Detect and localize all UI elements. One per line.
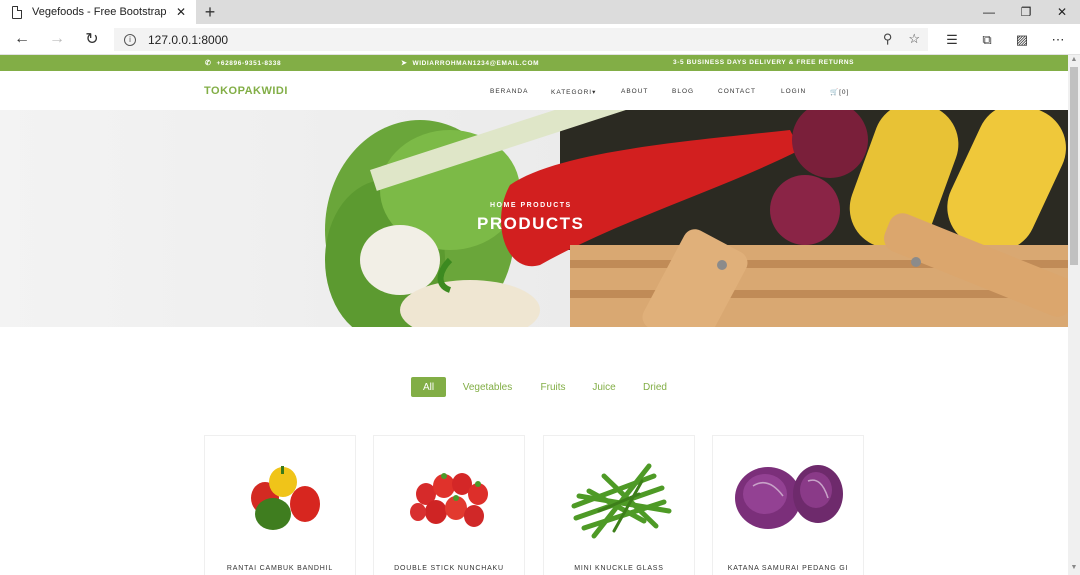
browser-tab[interactable]: Vegefoods - Free Bootstrap 4 Te ✕ — [0, 0, 196, 24]
paper-plane-icon: ➤ — [401, 60, 408, 67]
product-grid: RANTAI CAMBUK BANDHIL DOUBLE STICK NUNCH… — [0, 435, 1068, 575]
forward-icon[interactable]: → — [44, 27, 70, 51]
product-card[interactable]: RANTAI CAMBUK BANDHIL — [204, 435, 356, 575]
close-tab-icon[interactable]: ✕ — [176, 5, 186, 19]
nav-contact[interactable]: CONTACT — [718, 88, 756, 95]
product-card[interactable]: KATANA SAMURAI PEDANG GI — [712, 435, 864, 575]
product-name[interactable]: MINI KNUCKLE GLASS — [544, 565, 694, 572]
phone-icon: ✆ — [205, 60, 212, 67]
filter-all[interactable]: All — [411, 377, 446, 397]
new-tab-button[interactable]: + — [200, 1, 220, 23]
nav-cart[interactable]: 🛒[0] — [830, 88, 849, 96]
web-page: ✆ +62896-9351-8338 ➤ WIDIARROHMAN1234@EM… — [0, 55, 1068, 575]
nav-blog[interactable]: BLOG — [672, 88, 694, 95]
browser-tab-strip: Vegefoods - Free Bootstrap 4 Te ✕ + — ❐ … — [0, 0, 1080, 24]
cart-count: [0] — [839, 89, 850, 96]
caret-down-icon: ▾ — [592, 89, 597, 96]
info-icon[interactable]: i — [124, 33, 136, 46]
green-beans-image — [571, 463, 672, 539]
strawberry-image — [410, 473, 488, 527]
top-info-bar: ✆ +62896-9351-8338 ➤ WIDIARROHMAN1234@EM… — [0, 55, 1068, 71]
nav-login[interactable]: LOGIN — [781, 88, 806, 95]
url-text[interactable]: 127.0.0.1:8000 — [148, 33, 228, 47]
hero-banner: HOME PRODUCTS PRODUCTS — [0, 110, 1068, 327]
nav-kategori[interactable]: KATEGORI▾ — [551, 88, 596, 96]
product-name[interactable]: RANTAI CAMBUK BANDHIL — [205, 565, 355, 572]
filter-dried[interactable]: Dried — [638, 377, 672, 397]
category-filter-bar: All Vegetables Fruits Juice Dried — [0, 377, 1068, 397]
nav-kategori-label: KATEGORI — [551, 89, 593, 96]
cart-icon: 🛒 — [830, 89, 840, 96]
delivery-info: 3-5 BUSINESS DAYS DELIVERY & FREE RETURN… — [673, 59, 855, 66]
zoom-icon[interactable]: ⚲ — [883, 31, 893, 47]
main-navbar: TOKOPAKWIDI BERANDA KATEGORI▾ ABOUT BLOG… — [0, 71, 1068, 110]
product-name[interactable]: KATANA SAMURAI PEDANG GI — [713, 565, 863, 572]
phone-info: ✆ +62896-9351-8338 — [205, 59, 282, 68]
nav-beranda[interactable]: BERANDA — [490, 88, 528, 95]
page-title: PRODUCTS — [477, 214, 585, 233]
filter-juice[interactable]: Juice — [587, 377, 621, 397]
scrollbar-thumb[interactable] — [1070, 67, 1078, 265]
email-info: ➤ WIDIARROHMAN1234@EMAIL.COM — [401, 59, 540, 68]
minimize-icon[interactable]: — — [972, 0, 1006, 24]
phone-text: +62896-9351-8338 — [216, 59, 282, 67]
scroll-up-icon[interactable]: ▲ — [1068, 56, 1080, 66]
email-text: WIDIARROHMAN1234@EMAIL.COM — [412, 59, 540, 67]
product-card[interactable]: MINI KNUCKLE GLASS — [543, 435, 695, 575]
window-close-icon[interactable]: ✕ — [1045, 0, 1079, 24]
favorite-star-icon[interactable]: ☆ — [908, 31, 920, 47]
url-field[interactable]: i 127.0.0.1:8000 ⚲ ☆ — [114, 28, 928, 51]
nav-about[interactable]: ABOUT — [621, 88, 648, 95]
extension-icon[interactable]: ▨ — [1011, 29, 1033, 51]
refresh-icon[interactable]: ↻ — [79, 27, 105, 51]
favorites-list-icon[interactable]: ☰ — [941, 29, 963, 51]
bell-pepper-image — [251, 466, 320, 530]
back-icon[interactable]: ← — [9, 27, 35, 51]
filter-fruits[interactable]: Fruits — [536, 377, 570, 397]
product-name[interactable]: DOUBLE STICK NUNCHAKU — [374, 565, 524, 572]
scroll-down-icon[interactable]: ▼ — [1068, 564, 1080, 574]
address-bar-area: ← → ↻ i 127.0.0.1:8000 ⚲ ☆ ☰ ⧉ ▨ ⋯ — [0, 24, 1080, 55]
collections-icon[interactable]: ⧉ — [976, 29, 998, 51]
tab-title: Vegefoods - Free Bootstrap 4 Te — [32, 6, 170, 18]
more-menu-icon[interactable]: ⋯ — [1047, 29, 1069, 51]
filter-vegetables[interactable]: Vegetables — [456, 377, 519, 397]
product-card[interactable]: DOUBLE STICK NUNCHAKU — [373, 435, 525, 575]
purple-cabbage-image — [735, 465, 843, 529]
breadcrumb[interactable]: HOME PRODUCTS — [490, 202, 572, 209]
page-icon — [12, 5, 22, 19]
maximize-icon[interactable]: ❐ — [1009, 0, 1043, 24]
site-brand[interactable]: TOKOPAKWIDI — [204, 85, 288, 97]
page-scrollbar[interactable]: ▲ ▼ — [1068, 55, 1080, 575]
